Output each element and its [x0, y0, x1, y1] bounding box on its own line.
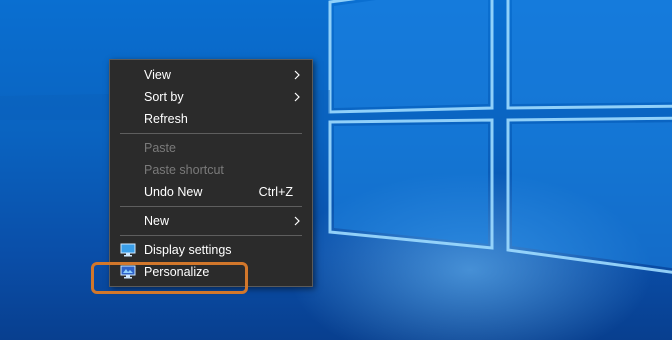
menu-item-paste-shortcut-label: Paste shortcut: [144, 163, 224, 177]
menu-item-sort-by-label: Sort by: [144, 90, 184, 104]
menu-item-paste-shortcut[interactable]: Paste shortcut: [110, 159, 312, 181]
chevron-right-icon: [294, 70, 300, 80]
menu-item-undo-new-label: Undo New: [144, 185, 203, 199]
undo-new-shortcut: Ctrl+Z: [258, 185, 293, 199]
menu-item-view-label: View: [144, 68, 171, 82]
menu-item-view[interactable]: View: [110, 64, 312, 86]
chevron-right-icon: [294, 92, 300, 102]
monitor-icon: [120, 243, 136, 257]
menu-item-undo-new[interactable]: Undo New Ctrl+Z: [110, 181, 312, 203]
menu-item-refresh-label: Refresh: [144, 112, 188, 126]
menu-separator: [120, 206, 302, 207]
menu-item-new-label: New: [144, 214, 170, 228]
menu-item-sort-by[interactable]: Sort by: [110, 86, 312, 108]
menu-item-display-settings[interactable]: Display settings: [110, 239, 312, 261]
menu-item-paste[interactable]: Paste: [110, 137, 312, 159]
chevron-right-icon: [294, 216, 300, 226]
menu-separator: [120, 133, 302, 134]
menu-item-refresh[interactable]: Refresh: [110, 108, 312, 130]
menu-separator: [120, 235, 302, 236]
menu-item-display-settings-label: Display settings: [144, 243, 232, 257]
desktop-context-menu: View Sort by Refresh Paste Paste shortcu…: [109, 59, 313, 287]
personalize-highlight-box: [91, 262, 248, 294]
menu-item-new[interactable]: New: [110, 210, 312, 232]
menu-item-paste-label: Paste: [144, 141, 176, 155]
